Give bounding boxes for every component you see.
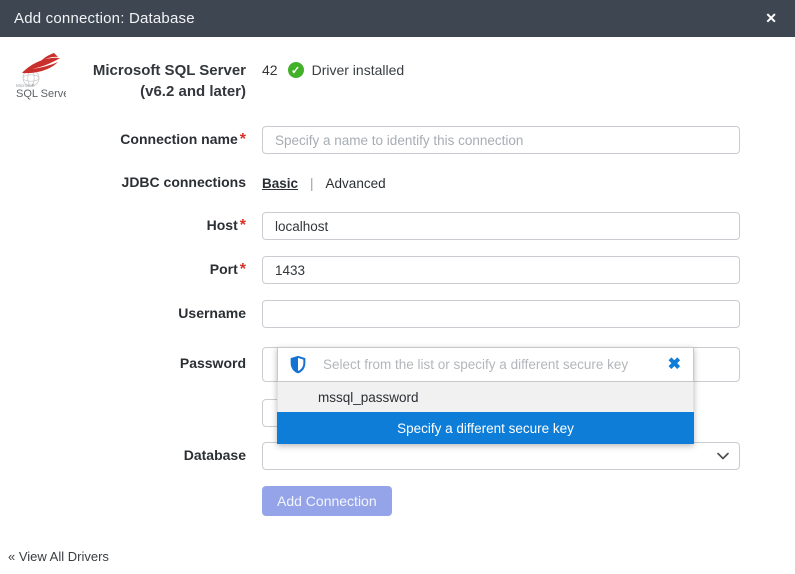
connection-name-input[interactable] [262,126,740,154]
add-connection-dialog: Add connection: Database ✕ Microsoft SQL… [0,0,795,574]
password-row: Password Select from the list or specify… [0,347,795,382]
secure-key-dropdown: Select from the list or specify a differ… [277,347,694,444]
driver-installed-status: Driver installed [312,62,405,78]
secure-key-search-row[interactable]: Select from the list or specify a differ… [277,347,694,382]
username-label: Username [178,305,246,321]
database-row: Database [0,442,795,470]
tab-separator: | [310,176,314,191]
host-input[interactable] [262,212,740,240]
required-asterisk: * [240,131,246,148]
host-row: Host* [0,212,795,240]
chevron-down-icon [717,452,729,460]
submit-row: Add Connection [0,486,795,516]
view-all-drivers-link[interactable]: « View All Drivers [8,549,109,564]
database-select[interactable] [262,442,740,470]
username-row: Username [0,300,795,328]
required-asterisk: * [240,217,246,234]
port-label: Port [210,261,238,277]
page-title: Add connection: Database [14,10,195,27]
jdbc-connections-label: JDBC connections [122,174,246,190]
add-connection-button[interactable]: Add Connection [262,486,392,516]
driver-header-row: Microsoft SQL Server Microsoft SQL Serve… [0,50,795,106]
host-label: Host [207,217,238,233]
jdbc-connections-row: JDBC connections Basic | Advanced [0,170,795,196]
tab-advanced[interactable]: Advanced [326,176,386,191]
database-label: Database [184,447,246,463]
port-row: Port* [0,256,795,284]
username-input[interactable] [262,300,740,328]
shield-icon [290,355,306,374]
sql-server-logo-icon: Microsoft SQL Server [8,50,66,107]
logo-sqlserver-text: SQL Server [16,88,66,100]
connection-name-label: Connection name [120,131,237,147]
close-icon[interactable]: ✕ [761,8,781,29]
secure-key-option-mssql-password[interactable]: mssql_password [277,382,694,412]
dropdown-close-icon[interactable]: ✖ [668,357,681,373]
specify-different-key-button[interactable]: Specify a different secure key [277,412,694,444]
password-label: Password [180,355,246,371]
port-input[interactable] [262,256,740,284]
connection-name-row: Connection name* [0,126,795,154]
dialog-content: Microsoft SQL Server Microsoft SQL Serve… [0,37,795,516]
tab-basic[interactable]: Basic [262,176,298,191]
dialog-titlebar: Add connection: Database ✕ [0,0,795,37]
secure-key-placeholder: Select from the list or specify a differ… [323,357,668,372]
required-asterisk: * [240,261,246,278]
driver-count: 42 [262,62,278,78]
check-circle-icon: ✓ [288,62,304,78]
